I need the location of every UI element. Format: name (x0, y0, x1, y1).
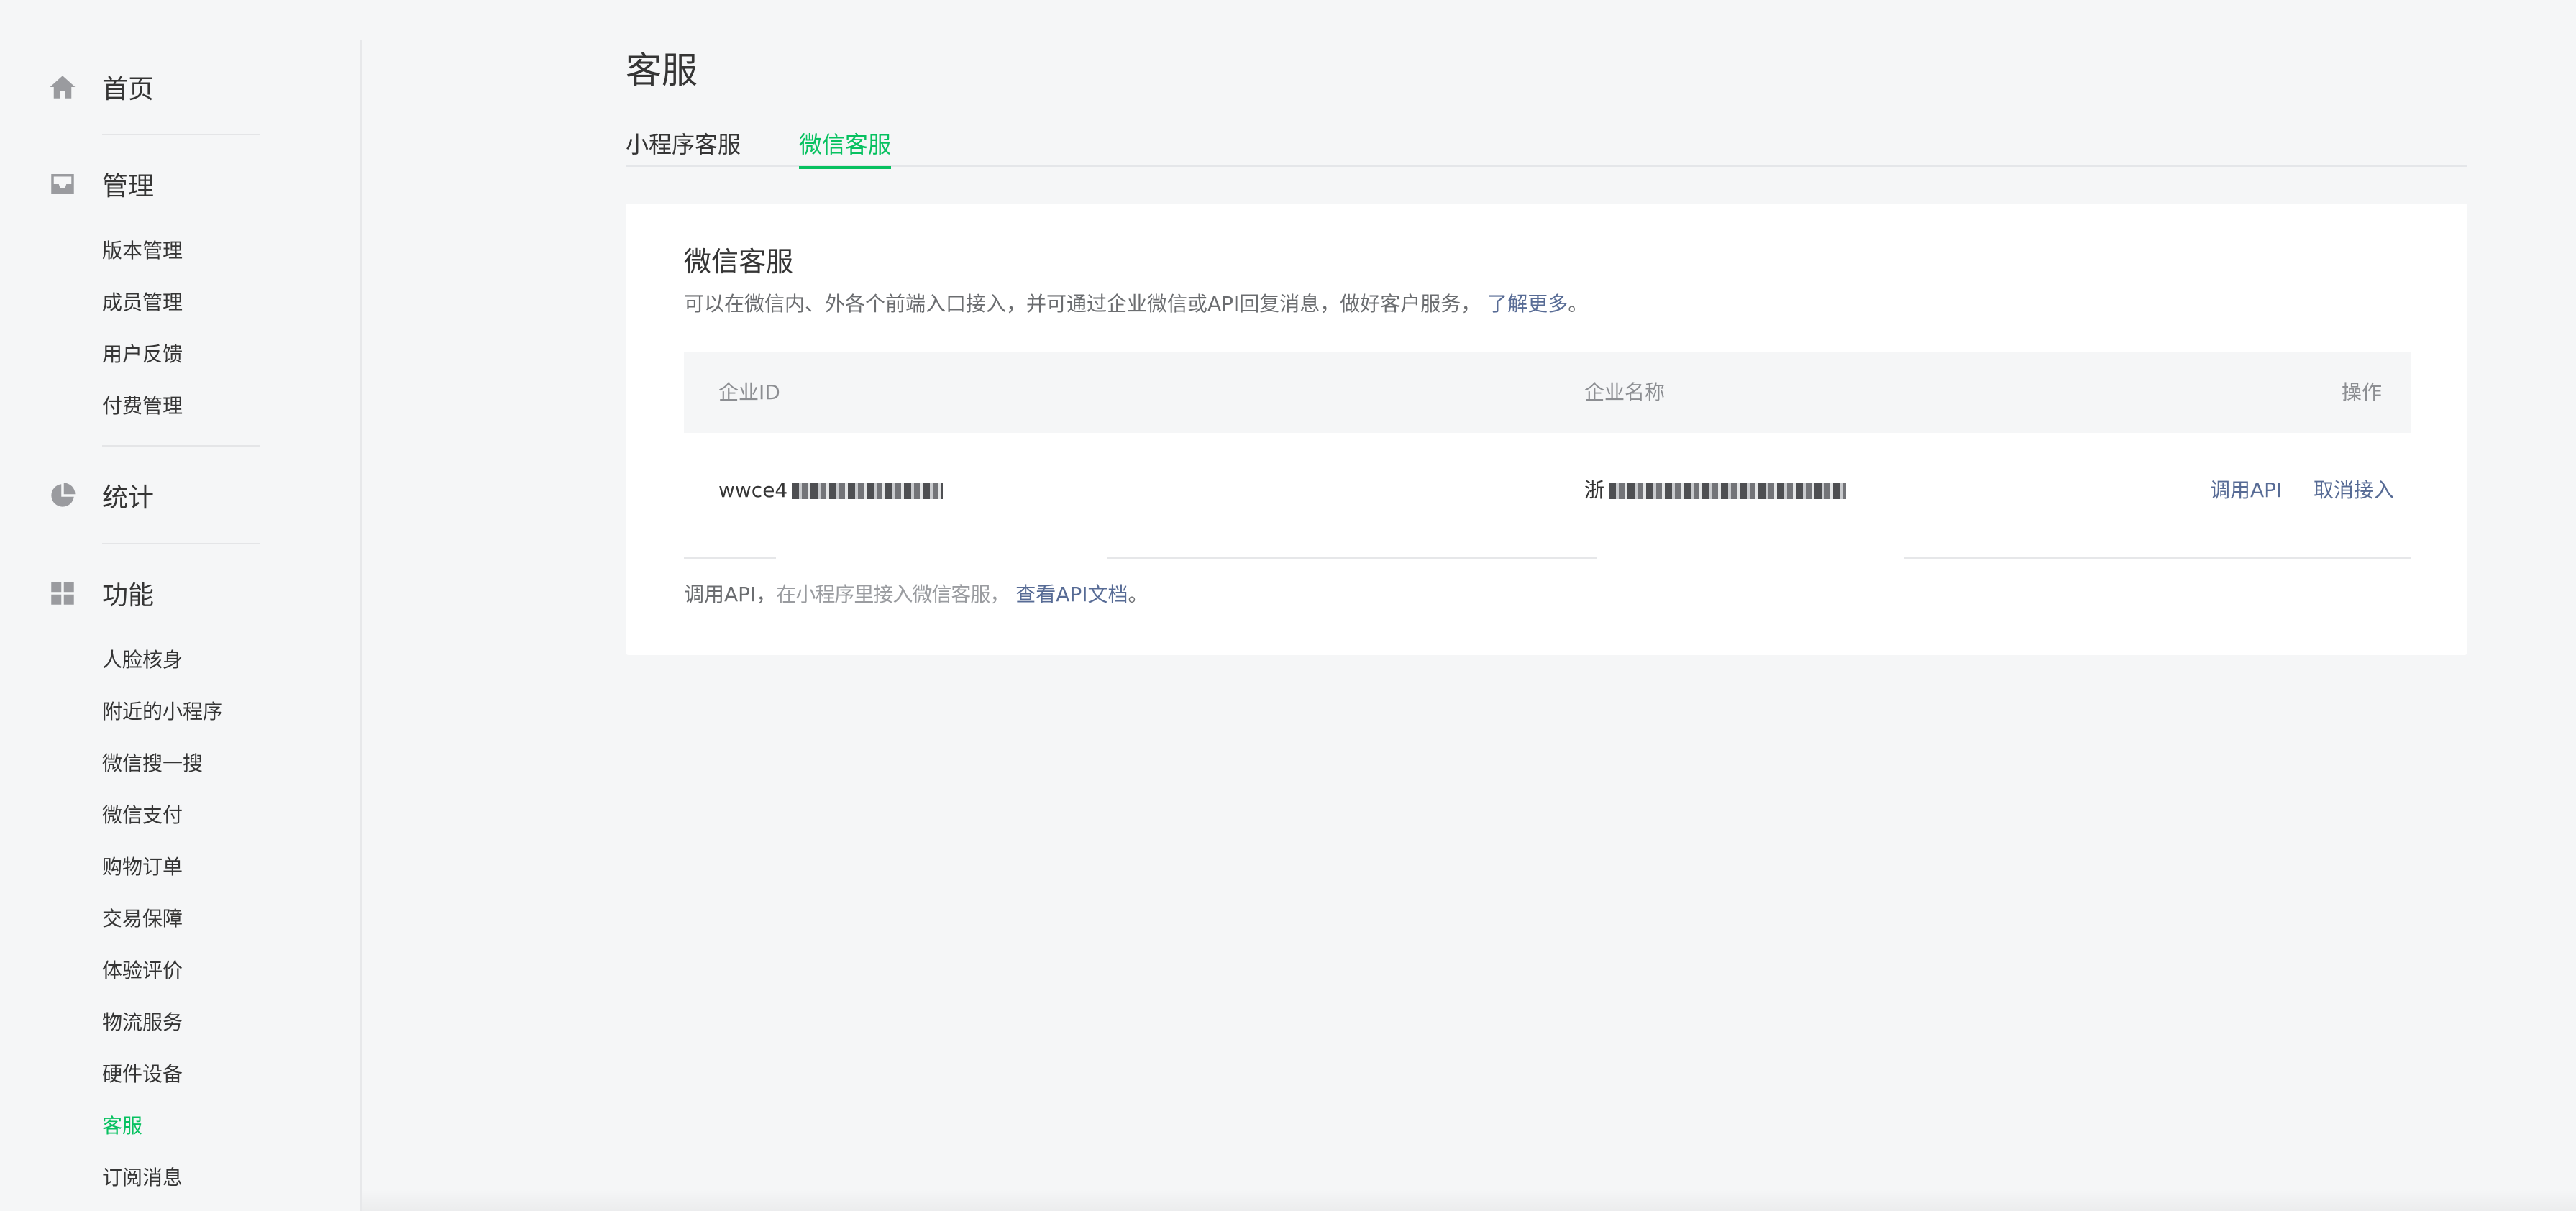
sidebar-item-logistics[interactable]: 物流服务 (102, 1008, 183, 1037)
nav-manage-label: 管理 (102, 172, 155, 201)
th-enterprise-id: 企业ID (718, 380, 780, 404)
nav-features[interactable]: 功能 (46, 572, 154, 615)
divider (102, 134, 260, 135)
divider (1904, 557, 2411, 559)
cell-enterprise-name: 浙 (1584, 476, 1847, 505)
nav-home[interactable]: 首页 (46, 65, 154, 109)
nav-home-label: 首页 (102, 75, 155, 104)
nav-stats-label: 统计 (102, 483, 155, 513)
footer-end: 。 (1128, 582, 1148, 606)
divider (1107, 557, 1597, 559)
table-header: 企业ID 企业名称 操作 (684, 352, 2411, 433)
sidebar-item-guarantee[interactable]: 交易保障 (102, 905, 183, 933)
learn-more-link[interactable]: 了解更多 (1487, 292, 1568, 316)
divider (102, 445, 260, 447)
redacted-block (792, 483, 944, 499)
desc-text: 可以在微信内、外各个前端入口接入，并可通过企业微信或API回复消息，做好客户服务… (684, 292, 1481, 316)
nav-stats[interactable]: 统计 (46, 474, 154, 517)
divider (102, 543, 260, 544)
page-title: 客服 (626, 50, 698, 91)
cell-enterprise-id: wwce4 (718, 476, 944, 505)
sidebar-item-payment[interactable]: 付费管理 (102, 392, 183, 421)
sidebar-item-wxpay[interactable]: 微信支付 (102, 801, 183, 830)
th-operation: 操作 (2341, 380, 2382, 404)
sidebar-item-hardware[interactable]: 硬件设备 (102, 1060, 183, 1089)
sidebar-item-customer-service[interactable]: 客服 (102, 1112, 142, 1141)
pie-chart-icon (46, 479, 79, 512)
sidebar-item-version[interactable]: 版本管理 (102, 237, 183, 265)
th-enterprise-name: 企业名称 (1584, 380, 1666, 404)
sidebar-item-review[interactable]: 体验评价 (102, 956, 183, 985)
tab-wechat-service[interactable]: 微信客服 (799, 127, 892, 169)
inbox-icon (46, 168, 79, 201)
card-description: 可以在微信内、外各个前端入口接入，并可通过企业微信或API回复消息，做好客户服务… (684, 288, 1588, 317)
tab-miniprogram-service[interactable]: 小程序客服 (626, 127, 741, 167)
sidebar-item-nearby[interactable]: 附近的小程序 (102, 698, 223, 726)
table-row: wwce4 浙 调用API 取消接入 (684, 433, 2411, 559)
enterprise-id-text: wwce4 (718, 478, 788, 502)
sidebar-item-search[interactable]: 微信搜一搜 (102, 749, 203, 778)
sidebar-item-orders[interactable]: 购物订单 (102, 853, 183, 882)
desc-end: 。 (1568, 292, 1589, 316)
call-api-link[interactable]: 调用API (2210, 476, 2282, 505)
nav-features-label: 功能 (102, 581, 155, 611)
sidebar-item-feedback[interactable]: 用户反馈 (102, 340, 183, 369)
footer-middle: 在小程序里接入微信客服， (776, 582, 1010, 606)
nav-manage[interactable]: 管理 (46, 163, 154, 206)
bottom-shadow (362, 1189, 2576, 1211)
tab-bar: 小程序客服 微信客服 (626, 122, 2467, 169)
sidebar-item-members[interactable]: 成员管理 (102, 288, 183, 317)
home-icon (46, 70, 79, 104)
wechat-service-card: 微信客服 可以在微信内、外各个前端入口接入，并可通过企业微信或API回复消息，做… (626, 204, 2467, 655)
api-doc-link[interactable]: 查看API文档 (1015, 582, 1128, 606)
redacted-block (1609, 483, 1847, 499)
divider (684, 557, 776, 559)
enterprise-name-text: 浙 (1584, 478, 1605, 502)
grid-icon (46, 577, 79, 610)
sidebar-item-face[interactable]: 人脸核身 (102, 646, 183, 675)
cancel-access-link[interactable]: 取消接入 (2314, 476, 2394, 505)
sidebar: 首页 管理 版本管理 成员管理 用户反馈 付费管理 统计 功能 人脸核身 附近的… (0, 40, 362, 1211)
footer-prefix: 调用API， (684, 582, 777, 606)
footer-note: 调用API，在小程序里接入微信客服， 查看API文档。 (684, 579, 1148, 608)
card-title: 微信客服 (684, 246, 794, 278)
sidebar-item-subscribe[interactable]: 订阅消息 (102, 1164, 183, 1192)
